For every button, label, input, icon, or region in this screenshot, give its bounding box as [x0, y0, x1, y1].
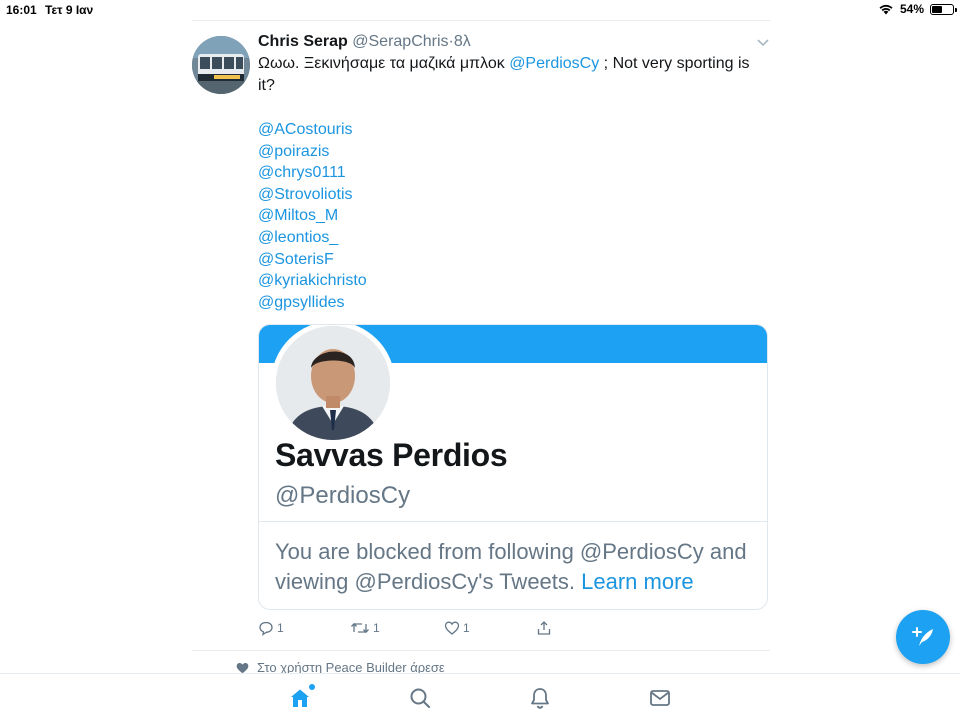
profile-name: Savvas Perdios [275, 437, 508, 473]
author-name[interactable]: Chris Serap [258, 33, 348, 50]
search-icon [410, 688, 430, 708]
reply-count: 1 [277, 621, 284, 635]
tab-home[interactable] [288, 684, 315, 710]
tab-search[interactable] [408, 686, 432, 710]
profile-handle: @PerdiosCy [275, 482, 411, 509]
mention-link[interactable]: @ACostouris [258, 119, 770, 141]
battery-icon [930, 3, 957, 15]
bottom-tab-bar [0, 673, 960, 720]
tweet-text-before: Ωωω. Ξεκινήσαμε τα μαζικά μπλοκ [258, 55, 510, 72]
tweet-body: Chris Serap @SerapChris·8λ Ωωω. Ξεκινήσα… [258, 32, 770, 313]
author-handle[interactable]: @SerapChris [352, 33, 448, 50]
status-right: 54% [878, 2, 957, 16]
tweet-text: Ωωω. Ξεκινήσαμε τα μαζικά μπλοκ @Perdios… [258, 53, 770, 97]
mention-link[interactable]: @Miltos_M [258, 205, 770, 227]
reply-button[interactable]: 1 [258, 620, 284, 636]
mention-link[interactable]: @poirazis [258, 141, 770, 163]
mention-link[interactable]: @chrys0111 [258, 162, 770, 184]
compose-icon [912, 627, 933, 646]
like-button[interactable]: 1 [444, 620, 470, 636]
tweet-age[interactable]: 8λ [454, 33, 471, 50]
retweet-icon [351, 622, 369, 634]
battery-percent: 54% [899, 2, 924, 16]
heart-icon [444, 621, 460, 635]
share-icon [537, 621, 551, 635]
like-count: 1 [463, 621, 470, 635]
wifi-icon [878, 3, 894, 15]
home-icon [291, 689, 309, 707]
bell-icon [531, 688, 549, 709]
retweet-count: 1 [373, 621, 380, 635]
reply-icon [259, 621, 273, 636]
tweet-header: Chris Serap @SerapChris·8λ [258, 32, 770, 52]
battery-fill [932, 5, 942, 13]
mention-link[interactable]: @leontios_ [258, 227, 770, 249]
mail-icon [650, 690, 670, 706]
status-bar: 16:01 Τετ 9 Ιαν 54% [0, 0, 960, 20]
notification-dot [309, 684, 315, 690]
tab-notifications[interactable] [528, 686, 552, 710]
tab-messages[interactable] [648, 686, 672, 710]
heart-icon [236, 662, 249, 673]
author-avatar[interactable] [192, 36, 250, 94]
mention-link[interactable]: @Strovoliotis [258, 184, 770, 206]
status-time: 16:01 [6, 3, 37, 17]
compose-button[interactable] [896, 610, 950, 664]
profile-photo [271, 325, 395, 445]
mention-list: @ACostouris @poirazis @chrys0111 @Strovo… [258, 119, 770, 313]
card-divider [259, 521, 767, 522]
chevron-down-icon[interactable] [756, 38, 770, 48]
learn-more-link[interactable]: Learn more [581, 569, 694, 594]
divider [192, 20, 770, 21]
status-date: Τετ 9 Ιαν [45, 3, 94, 17]
tweet-actions: 1 1 1 [258, 620, 658, 640]
tweet-mention[interactable]: @PerdiosCy [509, 55, 599, 72]
mention-link[interactable]: @SoterisF [258, 249, 770, 271]
blocked-message: You are blocked from following @PerdiosC… [275, 537, 760, 597]
mention-link[interactable]: @gpsyllides [258, 292, 770, 314]
retweet-button[interactable]: 1 [350, 620, 380, 636]
embedded-image-card[interactable]: Savvas Perdios @PerdiosCy You are blocke… [258, 324, 768, 610]
mention-link[interactable]: @kyriakichristo [258, 270, 770, 292]
divider [192, 650, 770, 651]
share-button[interactable] [536, 620, 552, 636]
